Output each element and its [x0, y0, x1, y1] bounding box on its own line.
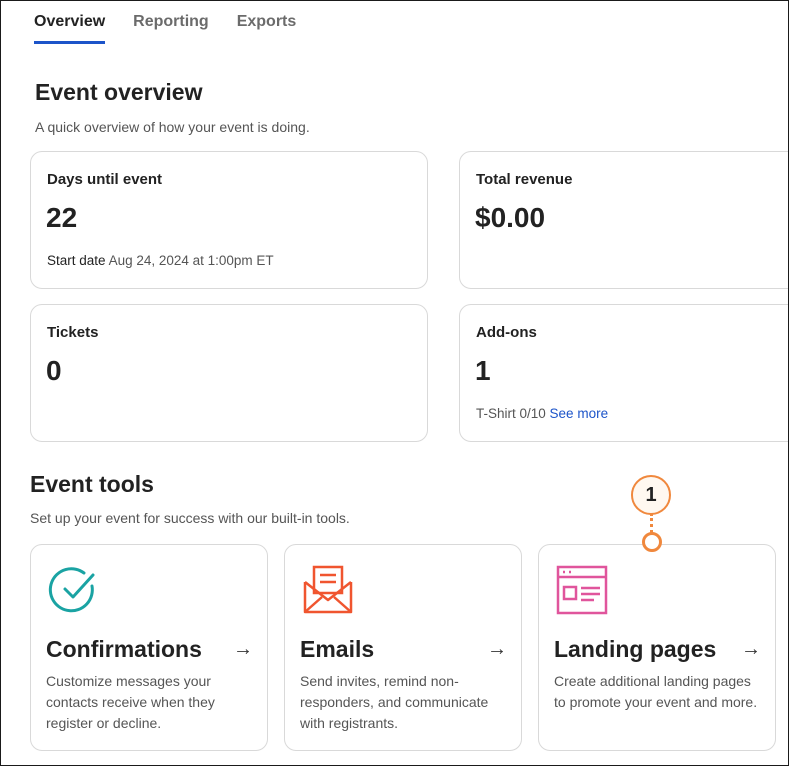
days-card-value: 22 — [46, 202, 78, 233]
emails-title: Emails — [300, 636, 375, 662]
total-revenue-card: Total revenue $0.00 — [459, 151, 788, 289]
event-tools-heading: Event tools — [30, 471, 154, 497]
days-card-title: Days until event — [47, 171, 163, 188]
check-circle-icon — [48, 567, 95, 613]
callout-number-badge: 1 — [631, 475, 671, 515]
see-more-link[interactable]: See more — [550, 406, 609, 421]
tickets-card: Tickets 0 — [30, 304, 428, 442]
start-date-line: Start date Aug 24, 2024 at 1:00pm ET — [47, 253, 274, 268]
webpage-icon — [556, 565, 608, 615]
arrow-right-icon: → — [487, 638, 507, 660]
callout-connector — [650, 513, 653, 533]
tab-overview[interactable]: Overview — [34, 13, 106, 44]
addons-card-value: 1 — [475, 355, 491, 386]
addons-card-title: Add-ons — [476, 324, 537, 341]
envelope-icon — [303, 565, 353, 614]
add-ons-card: Add-ons 1 T-Shirt 0/10 See more — [459, 304, 788, 442]
tab-exports[interactable]: Exports — [237, 13, 297, 44]
landing-pages-title: Landing pages — [554, 636, 717, 662]
emails-description: Send invites, remind non-responders, and… — [300, 673, 489, 731]
tickets-card-title: Tickets — [47, 324, 99, 341]
confirmations-title: Confirmations — [46, 636, 202, 662]
addons-detail: T-Shirt 0/10 — [476, 406, 546, 421]
landing-pages-card[interactable]: Landing pages → Create additional landin… — [538, 544, 776, 751]
event-overview-subtitle: A quick overview of how your event is do… — [35, 119, 310, 135]
revenue-card-value: $0.00 — [475, 202, 546, 233]
start-date-label: Start date — [47, 253, 106, 268]
tickets-card-value: 0 — [46, 355, 62, 386]
callout-target-dot — [642, 532, 662, 552]
landing-pages-description: Create additional landing pages to promo… — [554, 673, 758, 710]
confirmations-card[interactable]: Confirmations → Customize messages your … — [30, 544, 268, 751]
revenue-card-title: Total revenue — [476, 171, 573, 188]
start-date-value: Aug 24, 2024 at 1:00pm ET — [108, 253, 274, 268]
page-frame: Overview Reporting Exports Event overvie… — [0, 0, 789, 766]
confirmations-description: Customize messages your contacts receive… — [46, 673, 215, 731]
tab-bar: Overview Reporting Exports — [34, 13, 296, 44]
addons-detail-line: T-Shirt 0/10 See more — [476, 406, 608, 421]
event-tools-subtitle: Set up your event for success with our b… — [30, 510, 350, 526]
event-overview-heading: Event overview — [35, 79, 203, 105]
arrow-right-icon: → — [741, 638, 761, 660]
tab-reporting[interactable]: Reporting — [133, 13, 209, 44]
days-until-event-card: Days until event 22 Start date Aug 24, 2… — [30, 151, 428, 289]
emails-card[interactable]: Emails → Send invites, remind non-respon… — [284, 544, 522, 751]
arrow-right-icon: → — [233, 638, 253, 660]
